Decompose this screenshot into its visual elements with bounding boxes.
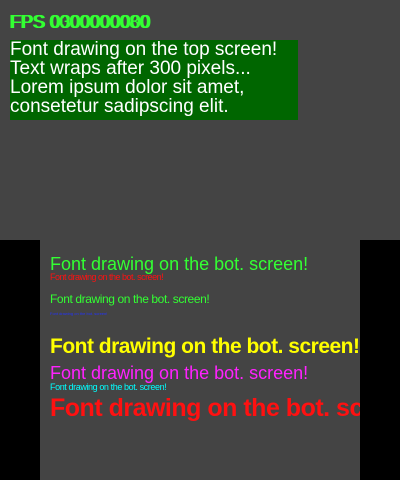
bottom-text-line-magenta: Font drawing on the bot. screen! <box>50 363 309 383</box>
top-text-line: Lorem ipsum dolor sit amet, <box>10 77 245 98</box>
top-text-line: Font drawing on the top screen! <box>10 39 278 60</box>
bottom-text-line-blue-tiny: Font drawing on the bot. screen! <box>50 311 108 316</box>
top-text-line: consetetur sadipscing elit. <box>10 96 229 117</box>
bottom-text-line-red-small: Font drawing on the bot. screen! <box>50 272 164 282</box>
fps-text: FPS 0000000000 <box>10 12 151 32</box>
bottom-text-line-green-medium: Font drawing on the bot. screen! <box>50 292 210 306</box>
fps-counter: FPS 0000000000 FPS 0300000000 FPS 000000… <box>9 12 151 32</box>
bottom-text-line-cyan-small: Font drawing on the bot. screen! <box>50 382 167 392</box>
bottom-text-line-red-bold: Font drawing on the bot. screen! <box>50 394 360 422</box>
top-screen: FPS 0000000000 FPS 0300000000 FPS 000000… <box>0 0 400 240</box>
bottom-screen: Font drawing on the bot. screen! Font dr… <box>40 240 360 480</box>
top-text-block: Font drawing on the top screen! Text wra… <box>10 40 298 116</box>
bottom-text-line-yellow-bold: Font drawing on the bot. screen! <box>50 335 360 358</box>
top-text-line: Text wraps after 300 pixels... <box>10 58 251 79</box>
